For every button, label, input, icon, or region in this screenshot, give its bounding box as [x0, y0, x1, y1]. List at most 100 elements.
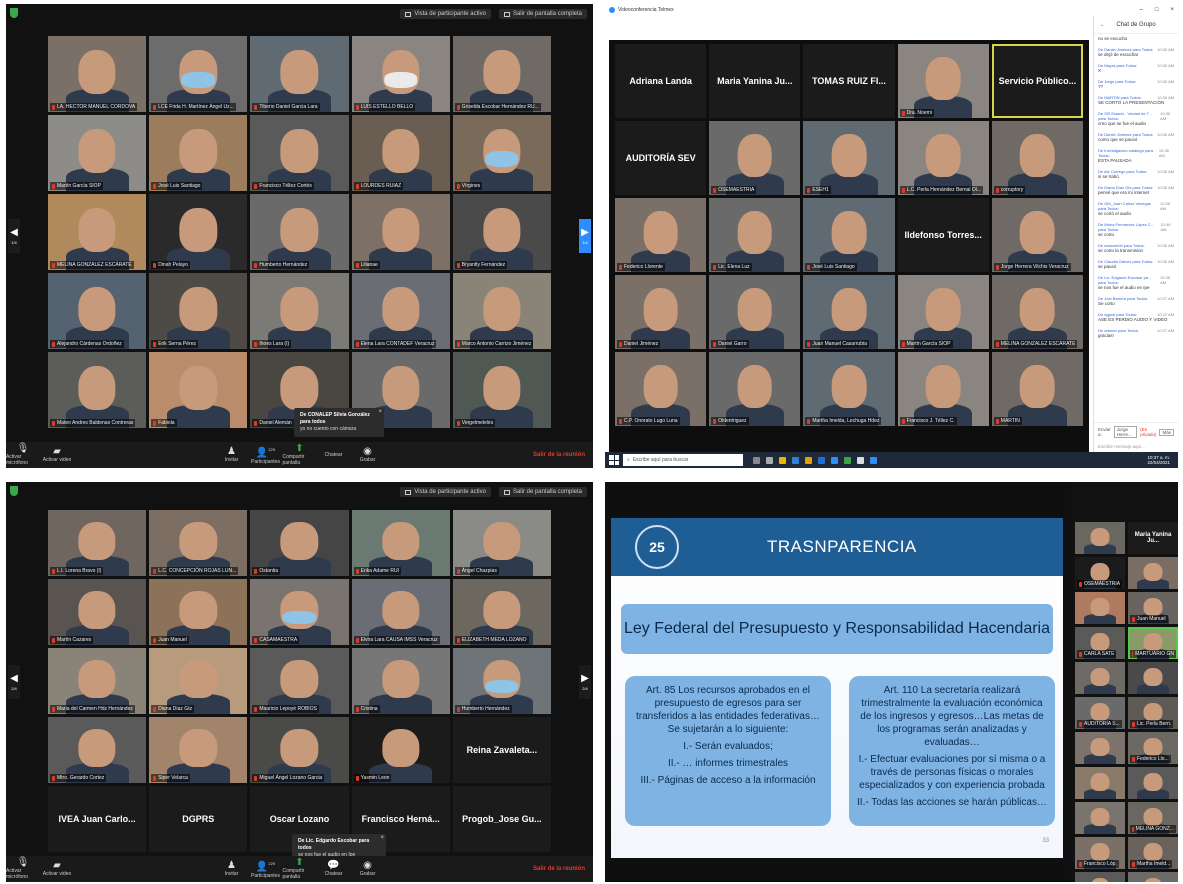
next-page-button[interactable]: ▶ 1/4: [579, 219, 591, 253]
participant-tile[interactable]: [1128, 557, 1178, 589]
participant-tile[interactable]: LOURDES RUIAZ: [351, 115, 450, 191]
chrome-icon[interactable]: [805, 456, 812, 464]
participant-tile[interactable]: [1075, 662, 1125, 694]
chat-button[interactable]: 💬Chatear: [317, 442, 351, 468]
participant-tile[interactable]: LCE Frida H. Martínez Ángel Uz...: [149, 36, 248, 112]
participant-tile[interactable]: Juan Manuel Casarrubia: [803, 275, 895, 349]
participant-tile[interactable]: Martha Imeld...: [1128, 837, 1178, 869]
participant-tile[interactable]: Juan Manuel: [149, 579, 248, 645]
participant-tile[interactable]: Martín García SIOP: [48, 115, 147, 191]
participant-tile[interactable]: L.I. Lorena Bravo (I): [48, 510, 147, 576]
participant-tile[interactable]: IVEA Juan Carlo...: [48, 786, 147, 852]
participant-tile[interactable]: Federico Llorente: [615, 198, 707, 272]
participant-tile[interactable]: Martín García SIOP: [897, 275, 989, 349]
taskbar-search[interactable]: ⌕ Escribe aquí para buscar: [623, 454, 743, 466]
participant-tile[interactable]: MELINA GONZ...: [1128, 802, 1178, 834]
participant-tile[interactable]: Lic. Elena Luz: [709, 198, 801, 272]
participants-button[interactable]: 👤229 Participantes: [249, 442, 283, 468]
participant-tile[interactable]: L.C. CONCEPCIÓN ROJAS LUN...: [149, 510, 248, 576]
participant-tile[interactable]: José Luis Santiago: [149, 115, 248, 191]
participant-tile[interactable]: Marco Antonio Carrizo Jiménez: [452, 273, 551, 349]
next-page-button[interactable]: ▶ 2/4: [579, 665, 591, 699]
participant-tile[interactable]: Francisco J. Téllez C.: [897, 352, 989, 426]
app-icon[interactable]: [844, 456, 851, 464]
participant-tile[interactable]: AUDITORÍA S...: [1075, 697, 1125, 729]
participant-tile[interactable]: Erik Serna Pérez: [149, 273, 248, 349]
participant-tile[interactable]: Martín Cazares: [48, 579, 147, 645]
participant-tile[interactable]: Vergelmelelés: [452, 352, 551, 428]
send-to-select[interactable]: Jorge Herre...: [1113, 426, 1138, 438]
participant-tile[interactable]: Dra. Noemi: [897, 44, 989, 118]
participant-tile[interactable]: ELIZABETH MEDA LOZANO: [452, 579, 551, 645]
mic-button[interactable]: 🎙 Activar micrófono: [6, 442, 40, 468]
edge-icon[interactable]: [818, 456, 825, 464]
participant-tile[interactable]: [1075, 522, 1125, 554]
participant-tile[interactable]: Elena Lara CONTADEF Veracruz: [351, 273, 450, 349]
close-icon[interactable]: ×: [380, 835, 384, 842]
participant-tile[interactable]: Siper Velarca: [149, 717, 248, 783]
participant-tile[interactable]: ESEH1: [803, 121, 895, 195]
participant-tile[interactable]: MARTIN: [991, 352, 1083, 426]
participant-tile[interactable]: Fabiola: [149, 352, 248, 428]
participant-view-button[interactable]: Vista de participante activo: [400, 9, 491, 19]
participant-tile[interactable]: Jorge Herrera Vilchis Veracruz: [991, 198, 1083, 272]
participant-tile[interactable]: corruptory: [991, 121, 1083, 195]
participant-tile[interactable]: L.C. Perla Hernández Bernal Ol...: [897, 121, 989, 195]
more-button[interactable]: Más: [1159, 428, 1174, 436]
participant-tile[interactable]: Maria del Carmen Hdz Hernández: [48, 648, 147, 714]
participant-tile[interactable]: MARTUARIO GN: [1128, 627, 1178, 659]
participant-tile[interactable]: Mauricio Lepoyé ROBIOS: [250, 648, 349, 714]
participant-tile[interactable]: Mtro. Gerardo Cortez: [48, 717, 147, 783]
leave-meeting-button[interactable]: Salir de la reunión: [533, 452, 585, 458]
participant-tile[interactable]: Yasmin Leon: [351, 717, 450, 783]
participant-tile[interactable]: Maria Yanina Ju...: [1128, 522, 1178, 554]
mic-button[interactable]: 🎙 Activar micrófono: [6, 856, 40, 882]
windows-start-icon[interactable]: [609, 455, 619, 465]
participant-tile[interactable]: Daniel Jiménez: [1128, 872, 1178, 882]
chat-input[interactable]: Escribir mensaje aquí...: [1098, 444, 1174, 449]
participant-tile[interactable]: Francisco Téllez Cortés: [250, 115, 349, 191]
invite-button[interactable]: ♟ Invitar: [215, 442, 249, 468]
participant-tile[interactable]: Reina Zavaleta...: [452, 717, 551, 783]
exit-fullscreen-button[interactable]: Salir de pantalla completa: [498, 9, 587, 19]
participant-tile[interactable]: Griselda Escobar Hernández RU...: [452, 36, 551, 112]
participant-tile[interactable]: Daniel Jiménez: [615, 275, 707, 349]
zoom-icon[interactable]: [831, 456, 838, 464]
participant-tile[interactable]: Ángel Chazpias: [452, 510, 551, 576]
participant-tile[interactable]: [1075, 732, 1125, 764]
participant-tile[interactable]: José Luis Santiago: [803, 198, 895, 272]
close-icon[interactable]: ×: [1170, 7, 1174, 13]
participant-tile[interactable]: Erika Adame RUI: [351, 510, 450, 576]
participant-tile[interactable]: Maria Yanina Ju...: [709, 44, 801, 118]
participant-tile[interactable]: [1128, 767, 1178, 799]
participant-tile[interactable]: Miguel Ángel Lozano Garcia: [250, 717, 349, 783]
telmex-icon[interactable]: [870, 456, 877, 464]
leave-meeting-button[interactable]: Salir de la reunión: [533, 866, 585, 872]
minimize-icon[interactable]: –: [1140, 7, 1143, 13]
participant-tile[interactable]: CASAMAESTRA: [250, 579, 349, 645]
file-explorer-icon[interactable]: [779, 456, 786, 464]
participant-tile[interactable]: Martha Imelda, Lechuga Hdez: [803, 352, 895, 426]
participant-tile[interactable]: Lic. Perla Bern.: [1128, 697, 1178, 729]
record-button[interactable]: ◉ Grabar: [351, 442, 385, 468]
participant-tile[interactable]: Humberto Hernández: [452, 648, 551, 714]
participant-tile[interactable]: CARLA SATE: [1075, 627, 1125, 659]
participant-tile[interactable]: Jorge Herrera: [1075, 872, 1125, 882]
participant-tile[interactable]: Humberto Hernández: [250, 194, 349, 270]
task-view-icon[interactable]: [766, 456, 773, 464]
participant-tile[interactable]: [1075, 767, 1125, 799]
participant-tile[interactable]: [1075, 802, 1125, 834]
participant-tile[interactable]: Adriana Landa: [615, 44, 707, 118]
share-screen-button[interactable]: ⬆ Compartir pantalla: [283, 856, 317, 882]
participant-tile[interactable]: TOMAS RUIZ FI...: [803, 44, 895, 118]
close-icon[interactable]: ×: [378, 409, 382, 416]
chevron-down-icon[interactable]: ⌄: [1100, 22, 1104, 28]
participant-tile[interactable]: Diana Díaz Gtz: [149, 648, 248, 714]
maximize-icon[interactable]: □: [1155, 7, 1159, 13]
participant-view-button[interactable]: Vista de participante activo: [400, 487, 491, 497]
participant-tile[interactable]: Ostantia: [250, 510, 349, 576]
mail-icon[interactable]: [792, 456, 799, 464]
participant-tile[interactable]: Tiberio Daniel Garcia Lara: [250, 36, 349, 112]
participant-tile[interactable]: Cristina: [351, 648, 450, 714]
participant-tile[interactable]: Daniel Garro: [709, 275, 801, 349]
